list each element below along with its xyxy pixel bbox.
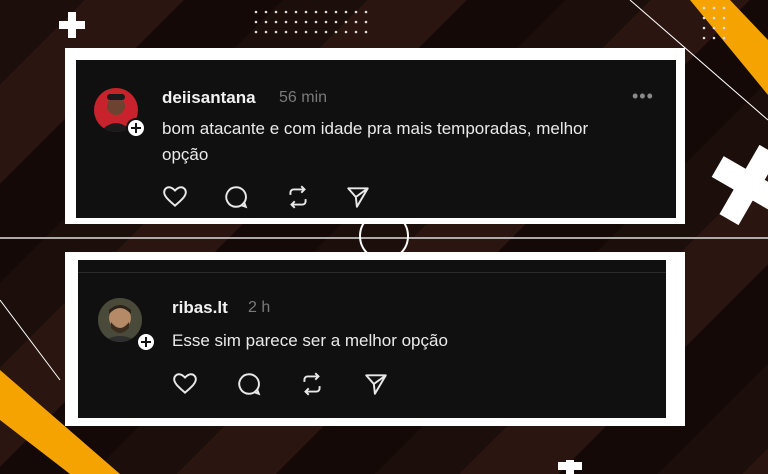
comment-card-2: ribas.lt 2 h Esse sim parece ser a melho… <box>78 260 666 418</box>
follow-button[interactable] <box>136 332 156 352</box>
username[interactable]: deiisantana <box>162 88 256 108</box>
comment-text: bom atacante e com idade pra mais tempor… <box>162 119 589 164</box>
comment-text: Esse sim parece ser a melhor opção <box>172 331 448 350</box>
timestamp: 56 min <box>279 89 328 106</box>
repost-icon[interactable] <box>299 371 325 397</box>
heart-icon[interactable] <box>172 371 198 397</box>
avatar-photo <box>98 298 142 342</box>
more-icon[interactable]: ••• <box>632 86 654 107</box>
follow-button[interactable] <box>126 118 146 138</box>
repost-icon[interactable] <box>285 184 311 210</box>
comment-icon[interactable] <box>236 371 262 397</box>
comment-card-1: deiisantana 56 min ••• bom atacante e co… <box>76 60 676 218</box>
plus-icon <box>141 337 151 347</box>
timestamp: 2 h <box>248 299 271 316</box>
plus-icon <box>131 123 141 133</box>
avatar[interactable] <box>98 298 142 342</box>
heart-icon[interactable] <box>162 184 188 210</box>
send-icon[interactable] <box>345 184 371 210</box>
send-icon[interactable] <box>363 371 389 397</box>
username[interactable]: ribas.lt <box>172 298 228 318</box>
comment-icon[interactable] <box>223 184 249 210</box>
divider <box>78 272 666 273</box>
